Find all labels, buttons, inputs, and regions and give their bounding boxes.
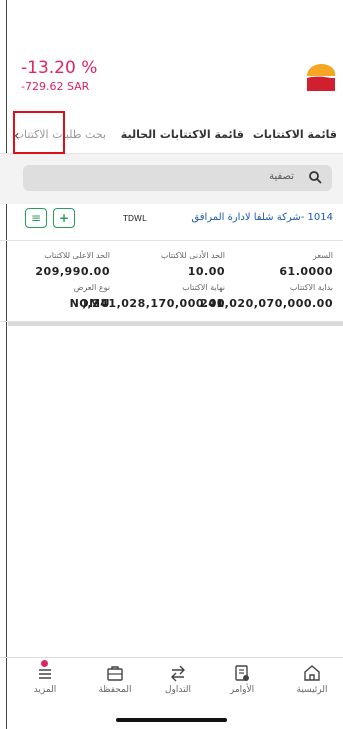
price-label: السعر	[312, 251, 333, 260]
search-icon	[309, 171, 322, 184]
ipo-item-header[interactable]: ≡ + TDWL 1014 -شركة شلفا لادارة المرافق	[0, 204, 343, 234]
header: -13.20 % -729.62 SAR	[0, 0, 343, 118]
portfolio-icon	[107, 666, 123, 681]
nav-more[interactable]: المزيد	[17, 660, 73, 704]
home-indicator	[116, 718, 227, 722]
nav-home[interactable]: الرئيسية	[284, 664, 340, 704]
end-label: نهاية الاكتتاب	[182, 283, 225, 292]
max-label: الحد الاعلى للاكتتاب	[44, 251, 110, 260]
brand-logo-icon	[307, 64, 335, 91]
trade-icon	[171, 665, 185, 682]
min-label: الحد الأدنى للاكتتاب	[160, 251, 225, 260]
nav-portfolio[interactable]: المحفظة	[87, 664, 143, 704]
change-percent: -13.20 %	[21, 58, 98, 78]
max-value: 209,990.00	[35, 265, 110, 278]
ipo-details-grid: السعر الحد الأدنى للاكتتاب الحد الاعلى ل…	[0, 240, 343, 322]
ipo-company-name[interactable]: 1014 -شركة شلفا لادارة المرافق	[191, 212, 333, 223]
nav-divider	[0, 657, 343, 658]
notification-dot	[41, 660, 48, 667]
add-subscription-button[interactable]: +	[53, 208, 75, 228]
start-label: بداية الاكتتاب	[289, 283, 333, 292]
nav-orders-label: الأوامر	[229, 685, 255, 695]
offer-label: نوع العرض	[73, 283, 110, 292]
min-value: 10.00	[187, 265, 225, 278]
highlight-box	[13, 111, 65, 154]
nav-trade[interactable]: التداول	[150, 664, 206, 704]
tab-current-ipo-list[interactable]: قائمة الاكتتابات الحالية	[121, 128, 244, 141]
tab-ipo-list[interactable]: قائمة الاكتتابات	[253, 128, 337, 141]
nav-portfolio-label: المحفظة	[98, 685, 132, 695]
nav-orders[interactable]: الأوامر	[214, 664, 270, 704]
nav-trade-label: التداول	[164, 685, 192, 695]
nav-home-label: الرئيسية	[296, 685, 328, 695]
filter-input[interactable]: تصفية	[23, 165, 332, 191]
orders-icon	[235, 665, 249, 681]
ipo-symbol: TDWL	[123, 214, 147, 223]
nav-more-label: المزيد	[33, 685, 57, 695]
filter-label: تصفية	[269, 171, 294, 182]
change-amount: -729.62 SAR	[21, 80, 90, 93]
home-icon	[304, 665, 320, 681]
price-value: 61.0000	[279, 265, 333, 278]
details-list-icon[interactable]: ≡	[25, 208, 47, 228]
offer-value: NOMU	[69, 297, 110, 310]
section-divider	[8, 322, 343, 326]
